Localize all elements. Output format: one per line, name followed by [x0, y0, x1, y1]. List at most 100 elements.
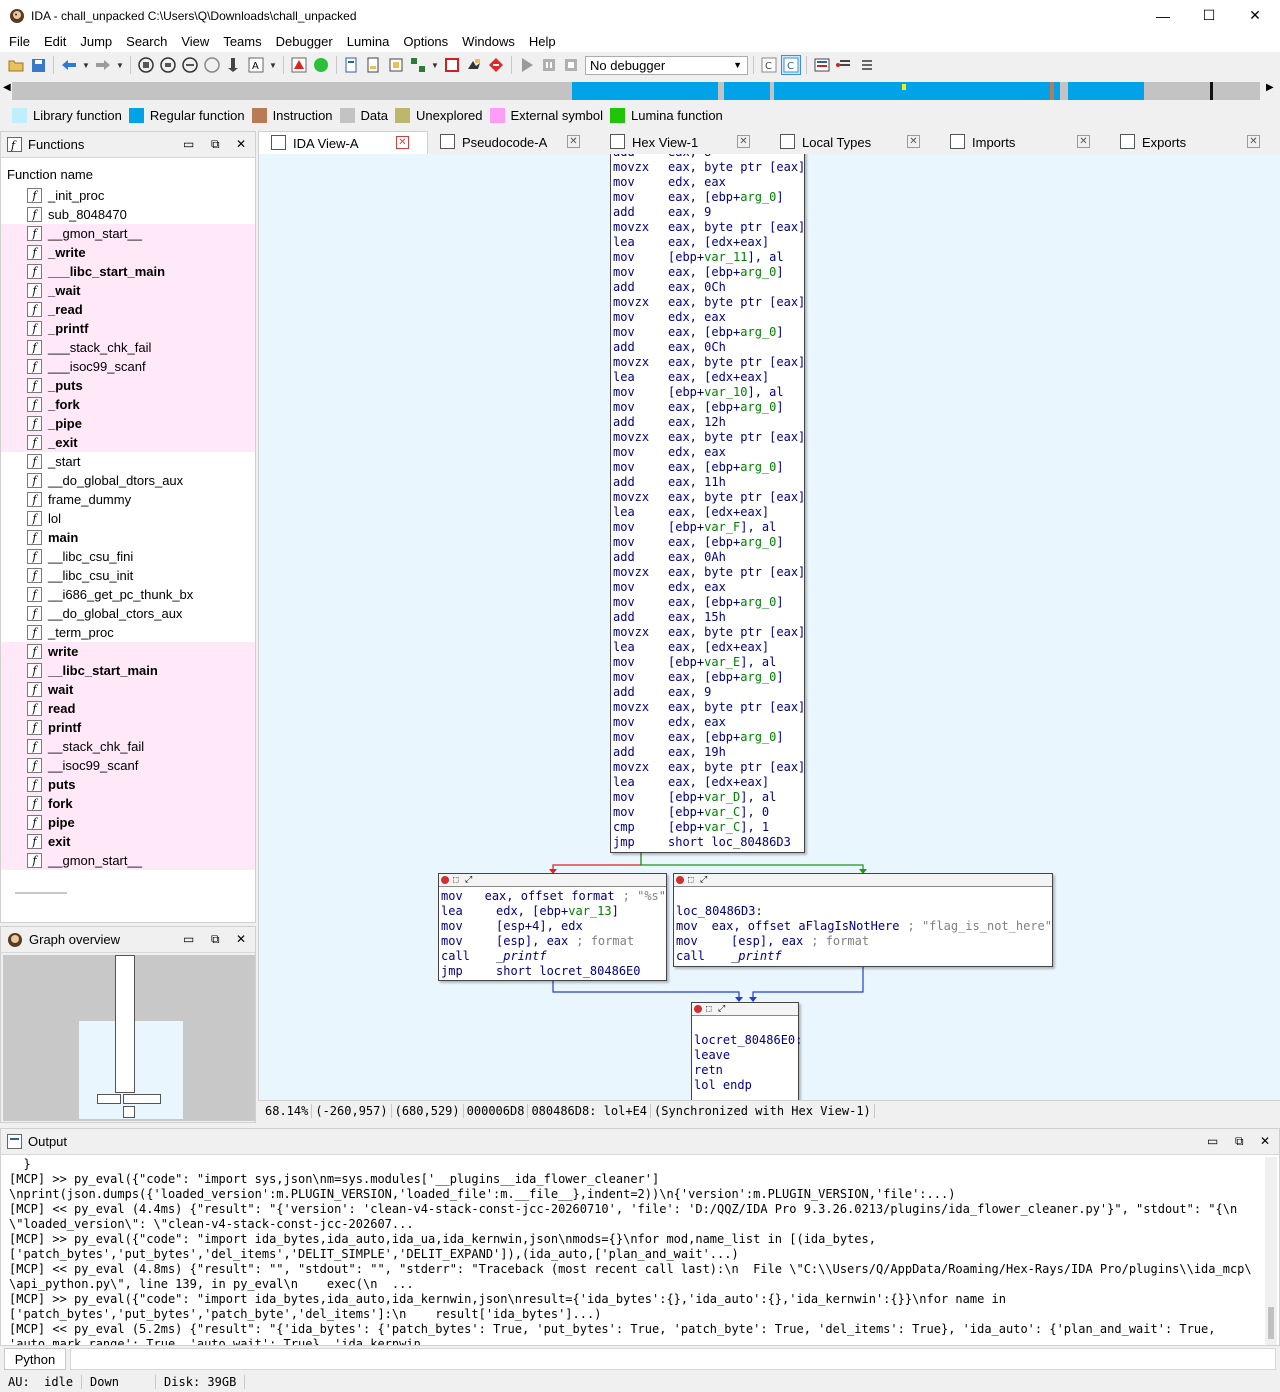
asm-line[interactable]: mov eax, [ebp+arg_0]	[613, 325, 805, 340]
function-row[interactable]: f exit	[1, 832, 255, 851]
function-row[interactable]: f __gmon_start__	[1, 851, 255, 870]
tab-close-icon[interactable]: ✕	[737, 135, 750, 148]
asm-line[interactable]: mov [ebp+var_10], al	[613, 385, 805, 400]
search-next-icon[interactable]	[202, 55, 222, 75]
tab-close-icon[interactable]: ✕	[396, 136, 409, 149]
function-row[interactable]: f wait	[1, 680, 255, 699]
code-view-icon[interactable]	[136, 55, 156, 75]
asm-line[interactable]: mov edx, eax	[613, 715, 805, 730]
asm-line[interactable]: mov eax, [ebp+arg_0]	[613, 595, 805, 610]
asm-line[interactable]: mov [ebp+var_11], al	[613, 250, 805, 265]
printf-flag-block[interactable]: ⬚ ⤢ mov eax, offset format ; "%s" lea edx, […	[438, 873, 667, 981]
trace-icon[interactable]	[834, 55, 854, 75]
tab-close-icon[interactable]: ✕	[1077, 135, 1090, 148]
ida-graph-view[interactable]: addeax, 8movzxeax, byte ptr [eax]movedx,…	[258, 154, 1280, 1100]
asm-line[interactable]: mov eax, [ebp+arg_0]	[613, 190, 805, 205]
asm-line[interactable]: mov eax, [ebp+arg_0]	[613, 460, 805, 475]
xrefs-icon[interactable]	[408, 55, 428, 75]
asm-line[interactable]: movzx eax, byte ptr [eax]	[613, 355, 805, 370]
main-code-block[interactable]: addeax, 8movzxeax, byte ptr [eax]movedx,…	[610, 154, 805, 853]
menu-help[interactable]: Help	[522, 34, 563, 49]
function-row[interactable]: f _printf	[1, 319, 255, 338]
asm-line[interactable]: movzx eax, byte ptr [eax]	[613, 490, 805, 505]
cli-language-button[interactable]: Python	[4, 1348, 66, 1370]
asm-line[interactable]: movzx eax, byte ptr [eax]	[613, 430, 805, 445]
asm-line[interactable]: mov [ebp+var_D], al	[613, 790, 805, 805]
tab-local-types[interactable]: Local Types ✕	[768, 131, 938, 154]
asm-line[interactable]: lea eax, [edx+eax]	[613, 640, 805, 655]
asm-line[interactable]: mov eax, [ebp+arg_0]	[613, 265, 805, 280]
function-row[interactable]: f _fork	[1, 395, 255, 414]
close-button[interactable]: ✕	[1232, 0, 1278, 31]
function-row[interactable]: f __libc_csu_init	[1, 566, 255, 585]
stop-record-icon[interactable]	[442, 55, 462, 75]
asm-line[interactable]: lea edx, [ebp+var_13]	[441, 904, 666, 919]
asm-line[interactable]: mov edx, eax	[613, 445, 805, 460]
function-row[interactable]: f __do_global_dtors_aux	[1, 471, 255, 490]
asm-line[interactable]: mov [ebp+var_E], al	[613, 655, 805, 670]
tab-imports[interactable]: Imports ✕	[938, 131, 1108, 154]
asm-line[interactable]: call _printf	[441, 949, 666, 964]
function-row[interactable]: f read	[1, 699, 255, 718]
decompile-c-icon[interactable]: C	[759, 55, 779, 75]
horizontal-scrollbar[interactable]	[15, 892, 67, 894]
menu-search[interactable]: Search	[119, 34, 174, 49]
asm-line[interactable]: add eax, 12h	[613, 415, 805, 430]
tab-exports[interactable]: Exports ✕	[1108, 131, 1278, 154]
function-row[interactable]: f ___libc_start_main	[1, 262, 255, 281]
function-row[interactable]: f __do_global_ctors_aux	[1, 604, 255, 623]
asm-line[interactable]: movzx eax, byte ptr [eax]	[613, 220, 805, 235]
function-row[interactable]: f ___isoc99_scanf	[1, 357, 255, 376]
asm-line[interactable]: cmp [ebp+var_C], 1	[613, 820, 805, 835]
asm-line[interactable]: mov [esp+4], edx	[441, 919, 666, 934]
return-block[interactable]: ⬚ ⤢ locret_80486E0: leave retn lol endp	[691, 1002, 802, 1100]
asm-line[interactable]: mov eax, offset format ; "%s"	[441, 889, 666, 904]
back-dropdown-icon[interactable]: ▼	[81, 61, 91, 70]
panel-minimize-icon[interactable]: ▭	[183, 137, 194, 151]
forward-dropdown-icon[interactable]: ▼	[115, 61, 125, 70]
function-row[interactable]: f _init_proc	[1, 186, 255, 205]
function-row[interactable]: f main	[1, 528, 255, 547]
save-icon[interactable]	[28, 55, 48, 75]
asm-line[interactable]: add eax, 19h	[613, 745, 805, 760]
asm-line[interactable]: add eax, 15h	[613, 610, 805, 625]
list-view-icon[interactable]	[812, 55, 832, 75]
function-row[interactable]: f __isoc99_scanf	[1, 756, 255, 775]
patch-icon[interactable]	[464, 55, 484, 75]
panel-close-icon[interactable]: ✕	[1260, 1134, 1270, 1148]
asm-line[interactable]: add eax, 0Ch	[613, 280, 805, 295]
asm-line[interactable]: add eax, 0Ch	[613, 340, 805, 355]
asm-line[interactable]: add eax, 9	[613, 205, 805, 220]
breakpoint-icon[interactable]	[289, 55, 309, 75]
menu-teams[interactable]: Teams	[216, 34, 268, 49]
panel-close-icon[interactable]: ✕	[236, 932, 246, 946]
asm-line[interactable]: mov edx, eax	[613, 310, 805, 325]
panel-close-icon[interactable]: ✕	[236, 137, 246, 151]
menu-file[interactable]: File	[2, 34, 37, 49]
error-icon[interactable]	[486, 55, 506, 75]
asm-line[interactable]: mov edx, eax	[613, 175, 805, 190]
tab-hex-view-1[interactable]: Hex View-1 ✕	[598, 131, 768, 154]
flag-not-here-block[interactable]: ⬚ ⤢ loc_80486D3: mov eax, offset aFlagIsN…	[673, 873, 1053, 967]
asm-line[interactable]: mov [esp], eax ; format	[676, 934, 1052, 949]
panel-float-icon[interactable]: ⧉	[211, 137, 220, 152]
loc-label[interactable]: loc_80486D3:	[676, 904, 1052, 919]
block-group-icon[interactable]: ⬚	[688, 875, 693, 885]
block-group-icon[interactable]: ⬚	[706, 1004, 711, 1014]
open-icon[interactable]	[6, 55, 26, 75]
asm-line[interactable]: lea eax, [edx+eax]	[613, 505, 805, 520]
start-debug-icon[interactable]	[517, 55, 537, 75]
function-row[interactable]: f __libc_start_main	[1, 661, 255, 680]
asm-line[interactable]: add eax, 0Ah	[613, 550, 805, 565]
nav-left-arrow-icon[interactable]: ◀	[3, 82, 11, 93]
asm-line[interactable]: lol endp	[694, 1078, 798, 1093]
function-row[interactable]: f _start	[1, 452, 255, 471]
block-zoom-icon[interactable]: ⤢	[465, 875, 472, 885]
locret-label[interactable]: locret_80486E0:	[694, 1033, 802, 1048]
asm-line[interactable]: movzx eax, byte ptr [eax]	[613, 565, 805, 580]
asm-line[interactable]: retn	[694, 1063, 798, 1078]
function-row[interactable]: f __gmon_start__	[1, 224, 255, 243]
function-row[interactable]: f __stack_chk_fail	[1, 737, 255, 756]
block-zoom-icon[interactable]: ⤢	[700, 875, 707, 885]
text-search-icon[interactable]: A	[246, 55, 266, 75]
